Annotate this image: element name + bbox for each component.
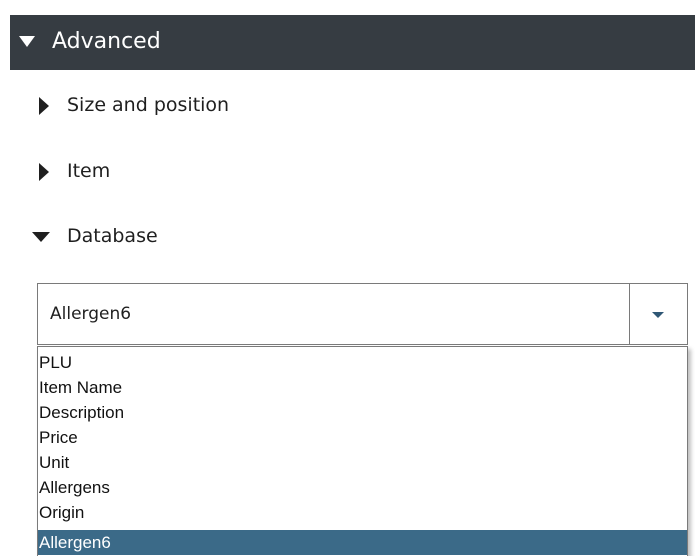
combobox-selected-value: Allergen6: [50, 304, 132, 324]
advanced-section-header[interactable]: Advanced: [10, 15, 695, 70]
dropdown-option-unit[interactable]: Unit: [38, 450, 687, 475]
database-section[interactable]: Database: [32, 222, 432, 252]
chevron-down-icon: [652, 312, 664, 318]
database-label: Database: [67, 225, 158, 247]
combobox-dropdown-button[interactable]: [629, 284, 687, 344]
triangle-down-icon: [19, 36, 35, 47]
size-and-position-label: Size and position: [67, 94, 230, 116]
dropdown-option-allergens[interactable]: Allergens: [38, 475, 687, 500]
advanced-section-title: Advanced: [52, 29, 161, 54]
dropdown-option-price[interactable]: Price: [38, 425, 687, 450]
item-label: Item: [67, 160, 111, 182]
dropdown-option-plu[interactable]: PLU: [38, 350, 687, 375]
size-and-position-section[interactable]: Size and position: [32, 91, 432, 121]
item-section[interactable]: Item: [32, 157, 432, 187]
dropdown-option-item-name[interactable]: Item Name: [38, 375, 687, 400]
dropdown-option-allergen6[interactable]: Allergen6: [38, 530, 687, 555]
database-field-combobox[interactable]: Allergen6: [37, 283, 688, 345]
dropdown-option-origin[interactable]: Origin: [38, 500, 687, 525]
triangle-right-icon: [39, 163, 49, 181]
dropdown-option-description[interactable]: Description: [38, 400, 687, 425]
triangle-down-icon: [32, 232, 50, 242]
triangle-right-icon: [39, 97, 49, 115]
database-field-dropdown-list: PLU Item Name Description Price Unit All…: [37, 346, 688, 556]
